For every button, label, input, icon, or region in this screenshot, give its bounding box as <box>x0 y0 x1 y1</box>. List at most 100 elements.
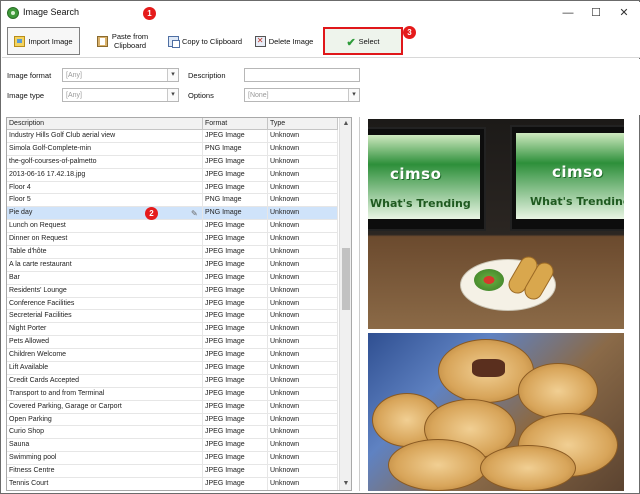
cell-format: JPEG Image <box>203 310 268 323</box>
image-format-dropdown[interactable]: [Any] ▾ <box>62 68 179 82</box>
description-input[interactable] <box>244 68 360 82</box>
select-button[interactable]: ✔ Select <box>323 27 403 55</box>
cell-format: PNG Image <box>203 142 268 155</box>
copy-icon <box>167 35 180 48</box>
vertical-scrollbar[interactable]: ▲ ▼ <box>339 118 351 490</box>
table-row[interactable]: Bar JPEG Image Unknown <box>7 271 338 285</box>
table-row[interactable]: Curio Shop JPEG Image Unknown <box>7 426 338 440</box>
close-button[interactable]: ✕ <box>610 4 638 22</box>
table-row[interactable]: Lift Available JPEG Image Unknown <box>7 362 338 375</box>
image-preview-panel: cimso What's Trending cimso What's Trend… <box>359 117 635 491</box>
table-row[interactable]: the-golf-courses-of-palmetto JPEG Image Un… <box>7 155 338 169</box>
cell-format: JPEG Image <box>203 297 268 310</box>
scrollbar-thumb[interactable] <box>342 248 350 310</box>
cell-description: Fitness Centre <box>7 465 203 478</box>
table-row[interactable]: Children Welcome JPEG Image Unknown <box>7 349 338 363</box>
cell-description: Tennis Court <box>7 478 203 490</box>
cell-format: JPEG Image <box>203 478 268 490</box>
import-image-icon <box>14 35 26 47</box>
cell-type: Unknown <box>268 155 338 168</box>
table-row[interactable]: A la carte restaurant JPEG Image Unknown <box>7 258 338 272</box>
cell-description: Floor 4 <box>7 181 203 194</box>
table-row[interactable]: Secreterial Facilities JPEG Image Unknown <box>7 310 338 324</box>
cell-type: Unknown <box>268 246 338 258</box>
cell-format: JPEG Image <box>203 439 268 452</box>
cell-type: Unknown <box>268 452 338 465</box>
table-row[interactable]: Night Porter JPEG Image Unknown <box>7 323 338 337</box>
cell-type: Unknown <box>268 168 338 181</box>
cell-type: Unknown <box>268 465 338 478</box>
table-row[interactable]: Floor 4 JPEG Image Unknown <box>7 181 338 195</box>
column-header-format[interactable]: Format <box>203 118 268 129</box>
app-icon <box>7 7 19 19</box>
paste-icon <box>97 35 108 47</box>
cell-description: Children Welcome <box>7 349 203 362</box>
delete-image-button[interactable]: Delete Image <box>253 27 315 55</box>
scroll-down-arrow-icon[interactable]: ▼ <box>340 478 351 490</box>
table-row[interactable]: Lunch on Request JPEG Image Unknown <box>7 220 338 234</box>
cell-type: Unknown <box>268 439 338 452</box>
import-image-button[interactable]: Import Image <box>7 27 80 55</box>
cell-description: Residents' Lounge <box>7 284 203 297</box>
image-format-value: [Any] <box>66 72 82 79</box>
image-type-dropdown[interactable]: [Any] ▾ <box>62 88 179 102</box>
table-row[interactable]: Credit Cards Accepted JPEG Image Unknown <box>7 374 338 388</box>
column-header-description[interactable]: Description <box>7 118 203 129</box>
copy-to-clipboard-button[interactable]: Copy to Clipboard <box>167 27 243 55</box>
cell-format: JPEG Image <box>203 349 268 362</box>
paste-from-clipboard-button[interactable]: Paste from Clipboard <box>95 27 151 55</box>
cell-type: Unknown <box>268 284 338 297</box>
table-row[interactable]: Dinner on Request JPEG Image Unknown <box>7 233 338 247</box>
cell-format: JPEG Image <box>203 362 268 374</box>
table-row[interactable]: Industry Hills Golf Club aerial view JPEG… <box>7 130 338 143</box>
table-row[interactable]: Sauna JPEG Image Unknown <box>7 439 338 453</box>
screen-logo: cimso <box>552 163 604 181</box>
cell-description: Industry Hills Golf Club aerial view <box>7 130 203 142</box>
chevron-down-icon: ▾ <box>167 69 178 81</box>
pie <box>388 439 488 491</box>
minimize-button[interactable]: — <box>554 4 582 22</box>
table-row[interactable]: Floor 5 PNG Image Unknown <box>7 194 338 208</box>
cell-description: 2013-06-16 17.42.18.jpg <box>7 168 203 181</box>
cell-format: JPEG Image <box>203 336 268 349</box>
table-row[interactable]: Fitness Centre JPEG Image Unknown <box>7 465 338 479</box>
table-row[interactable]: Swimming pool JPEG Image Unknown <box>7 452 338 466</box>
cell-type: Unknown <box>268 207 338 220</box>
table-row[interactable]: Transport to and from Terminal JPEG Image… <box>7 387 338 401</box>
cell-format: JPEG Image <box>203 258 268 271</box>
cell-description: A la carte restaurant <box>7 258 203 271</box>
table-row[interactable]: Open Parking JPEG Image Unknown <box>7 413 338 427</box>
cell-type: Unknown <box>268 426 338 439</box>
cell-description: Swimming pool <box>7 452 203 465</box>
image-format-label: Image format <box>7 71 52 80</box>
cell-format: JPEG Image <box>203 413 268 426</box>
cell-description: Pets Allowed <box>7 336 203 349</box>
table-row[interactable]: Residents' Lounge JPEG Image Unknown <box>7 284 338 298</box>
column-header-type[interactable]: Type <box>268 118 338 129</box>
table-row[interactable]: 2013-06-16 17.42.18.jpg JPEG Image Unknown <box>7 168 338 182</box>
cell-type: Unknown <box>268 297 338 310</box>
cell-type: Unknown <box>268 310 338 323</box>
cell-format: JPEG Image <box>203 400 268 413</box>
cell-format: JPEG Image <box>203 387 268 400</box>
cell-description: Bar <box>7 271 203 284</box>
cell-type: Unknown <box>268 349 338 362</box>
table-row[interactable]: Pets Allowed JPEG Image Unknown <box>7 336 338 350</box>
table-row[interactable]: Conference Facilities JPEG Image Unknown <box>7 297 338 311</box>
maximize-button[interactable]: ☐ <box>582 4 610 22</box>
edit-pencil-icon[interactable]: ✎ <box>191 209 198 218</box>
table-row[interactable]: Simola Golf-Complete-min PNG Image Unknown <box>7 142 338 156</box>
table-row[interactable]: Tennis Court JPEG Image Unknown <box>7 478 338 490</box>
table-row[interactable]: Covered Parking, Garage or Carport JPEG I… <box>7 400 338 414</box>
monitor-left: cimso What's Trending <box>368 127 486 231</box>
table-row[interactable]: Table d'hôte JPEG Image Unknown <box>7 246 338 259</box>
cell-format: JPEG Image <box>203 271 268 284</box>
cell-description: Pie day <box>7 207 203 220</box>
scroll-up-arrow-icon[interactable]: ▲ <box>340 118 351 130</box>
cell-format: JPEG Image <box>203 426 268 439</box>
table-row-selected[interactable]: Pie day PNG Image Unknown ✎ 2 <box>7 207 338 221</box>
cell-description: Lift Available <box>7 362 203 374</box>
cell-description: Floor 5 <box>7 194 203 207</box>
options-dropdown[interactable]: [None] ▾ <box>244 88 360 102</box>
cell-type: Unknown <box>268 181 338 194</box>
